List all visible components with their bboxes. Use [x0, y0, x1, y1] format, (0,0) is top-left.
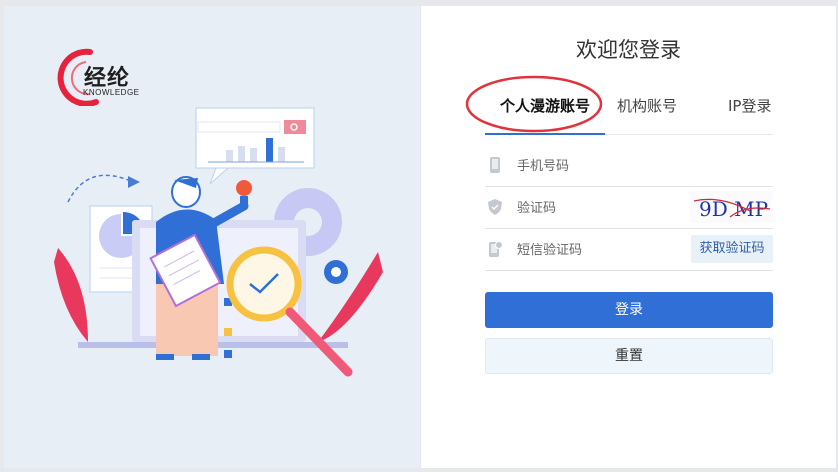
reset-button[interactable]: 重置	[485, 338, 773, 374]
sms-phone-icon	[489, 241, 503, 257]
brand-logo: 经纶 KNOWLEDGE	[56, 46, 146, 106]
analytics-illustration	[54, 107, 383, 377]
get-code-button[interactable]: 获取验证码	[691, 235, 773, 263]
login-title: 欢迎您登录	[576, 38, 681, 62]
login-tabs: 个人漫游账号 机构账号 IP登录	[485, 88, 773, 135]
captcha-image[interactable]: 9D MP	[690, 191, 773, 223]
brand-subtitle: KNOWLEDGE	[83, 88, 140, 97]
illustration-panel: 经纶 KNOWLEDGE	[4, 6, 420, 468]
captcha-input[interactable]	[515, 194, 689, 222]
phone-input[interactable]	[515, 152, 689, 180]
login-button[interactable]: 登录	[485, 292, 773, 328]
captcha-text: 9D MP	[699, 197, 768, 221]
shield-icon	[488, 199, 502, 215]
phone-field-row	[485, 144, 773, 187]
login-panel: 欢迎您登录 个人漫游账号 机构账号 IP登录 9D MP	[421, 6, 836, 468]
tab-institution-account[interactable]: 机构账号	[617, 88, 677, 134]
sms-field-row: 获取验证码	[485, 228, 773, 271]
sms-code-input[interactable]	[515, 236, 689, 264]
captcha-field-row: 9D MP	[485, 186, 773, 229]
tab-ip-login[interactable]: IP登录	[728, 88, 771, 134]
active-tab-indicator	[485, 133, 605, 135]
tab-personal-account[interactable]: 个人漫游账号	[485, 88, 605, 134]
phone-icon	[490, 157, 500, 173]
captcha-graphic: 9D MP	[693, 197, 771, 221]
